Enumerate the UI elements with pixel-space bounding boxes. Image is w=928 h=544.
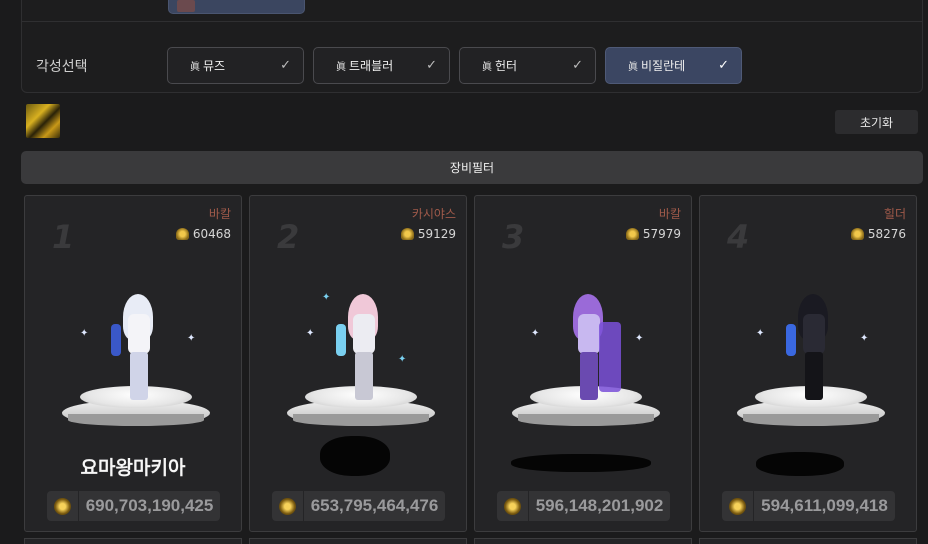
class-tab-selected[interactable] [168,0,305,14]
character-sprite[interactable] [786,294,834,402]
redacted-name [511,454,651,472]
ranking-card-next-row [474,538,692,544]
fame-value: 57979 [642,227,681,241]
class-name: 카시야스 [411,207,456,221]
fame-icon [175,228,189,240]
awakening-option-vigilante[interactable]: 眞 비질란테 ✓ [605,47,742,84]
check-icon: ✓ [426,58,437,73]
awakening-option-traveler[interactable]: 眞 트래블러 ✓ [313,47,450,84]
awakening-mark: 眞 [628,62,638,73]
class-name: 바칼 [208,207,231,221]
rank-number: 1 [52,218,75,256]
gold-equipment-icon[interactable] [26,104,60,138]
class-name: 바칼 [658,207,681,221]
awakening-mark: 眞 [482,62,492,73]
sparkle-icon: ✦ [322,292,331,303]
redacted-name [756,452,844,476]
fame: 59129 [400,227,456,241]
combat-power-icon [497,491,529,521]
sparkle-icon: ✦ [398,354,407,365]
class-avatar [177,0,195,12]
reset-button[interactable]: 초기화 [835,110,918,134]
sparkle-icon: ✦ [531,328,540,339]
rank-number: 2 [277,218,300,256]
fame: 57979 [625,227,681,241]
fame: 58276 [850,227,906,241]
awakening-option-muse[interactable]: 眞 뮤즈 ✓ [167,47,304,84]
combat-power-value: 690,703,190,425 [85,496,214,515]
character-sprite[interactable] [111,294,159,402]
combat-power-icon [722,491,754,521]
combat-power-icon [47,491,79,521]
rank-number: 3 [502,218,525,256]
awakening-name: 헌터 [495,59,518,73]
rank-number: 4 [727,218,750,256]
ranking-card[interactable]: 3 바칼 57979 ✦ ✦ 596,148,201,902 [474,195,692,532]
awakening-name: 비질란테 [641,59,686,73]
combat-power: 596,148,201,902 [497,491,670,521]
awakening-mark: 眞 [190,62,200,73]
class-name: 힐더 [883,207,906,221]
fame-value: 60468 [192,227,231,241]
sparkle-icon: ✦ [306,328,315,339]
ranking-card[interactable]: 2 카시야스 59129 ✦ ✦ ✦ 653,795,464,476 [249,195,467,532]
combat-power-icon [272,491,304,521]
equipment-filter-button[interactable]: 장비필터 [21,151,923,184]
ranking-card[interactable]: 4 힐더 58276 ✦ ✦ 594,611,099,418 [699,195,917,532]
ranking-card-next-row [24,538,242,544]
combat-power-value: 594,611,099,418 [761,496,888,515]
fame-icon [850,228,864,240]
character-sprite[interactable] [336,294,384,402]
character-name[interactable]: 요마왕마키아 [25,453,241,480]
awakening-label: 각성선택 [36,59,88,75]
check-icon: ✓ [280,58,291,73]
sparkle-icon: ✦ [187,333,196,344]
awakening-option-hunter[interactable]: 眞 헌터 ✓ [459,47,596,84]
sparkle-icon: ✦ [80,328,89,339]
ranking-card[interactable]: 1 바칼 60468 ✦ ✦ 요마왕마키아 690,703,190,425 [24,195,242,532]
redacted-name [320,436,390,476]
combat-power: 690,703,190,425 [47,491,220,521]
ranking-card-next-row [699,538,917,544]
combat-power-value: 596,148,201,902 [535,496,664,515]
ranking-card-next-row [249,538,467,544]
fame: 60468 [175,227,231,241]
sparkle-icon: ✦ [635,333,644,344]
sparkle-icon: ✦ [756,328,765,339]
awakening-mark: 眞 [336,62,346,73]
combat-power: 594,611,099,418 [722,491,895,521]
check-icon: ✓ [572,58,583,73]
fame-icon [625,228,639,240]
fame-value: 58276 [867,227,906,241]
awakening-name: 뮤즈 [203,59,226,73]
character-sprite[interactable] [569,294,621,402]
fame-icon [400,228,414,240]
divider [22,21,922,22]
sparkle-icon: ✦ [860,333,869,344]
check-icon: ✓ [718,58,729,73]
fame-value: 59129 [417,227,456,241]
combat-power-value: 653,795,464,476 [310,496,439,515]
combat-power: 653,795,464,476 [272,491,445,521]
awakening-name: 트래블러 [349,59,394,73]
